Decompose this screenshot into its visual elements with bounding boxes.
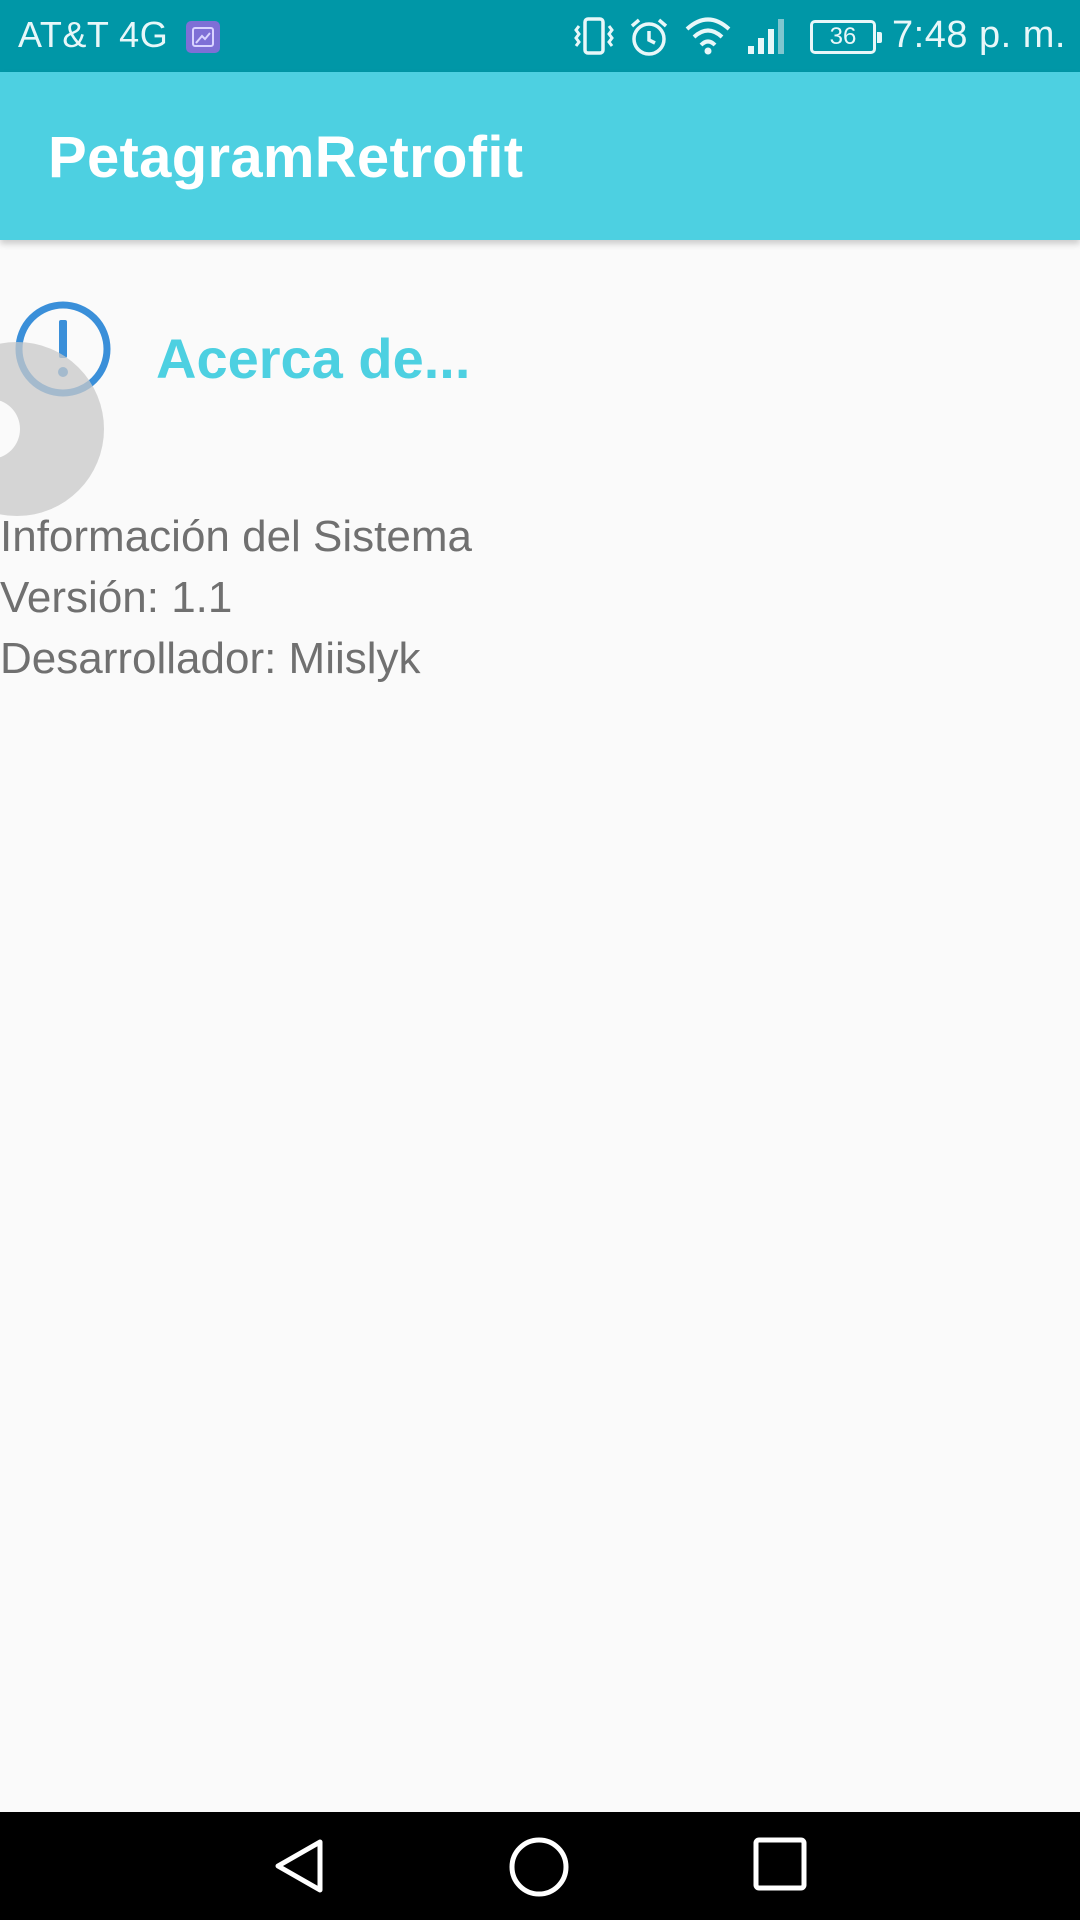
signal-icon bbox=[746, 16, 790, 61]
system-info: Información del Sistema Versión: 1.1 Des… bbox=[0, 506, 472, 689]
back-icon[interactable] bbox=[270, 1836, 330, 1901]
version-text: Versión: 1.1 bbox=[0, 573, 233, 622]
app-bar: PetagramRetrofit bbox=[0, 72, 1080, 240]
wifi-icon bbox=[684, 16, 732, 61]
app-title: PetagramRetrofit bbox=[48, 125, 524, 190]
status-bar: AT&T 4G 36 7:48 p. m. bbox=[0, 0, 1080, 72]
home-icon[interactable] bbox=[508, 1836, 570, 1903]
navigation-bar bbox=[0, 1812, 1080, 1920]
gallery-notification-icon bbox=[186, 21, 220, 53]
battery-icon: 36 bbox=[810, 20, 882, 54]
screen: AT&T 4G 36 7:48 p. m. PetagramRetrofit A… bbox=[0, 0, 1080, 1920]
alarm-icon bbox=[628, 16, 670, 63]
about-title: Acerca de... bbox=[156, 327, 471, 390]
vibrate-icon bbox=[572, 16, 616, 61]
system-info-heading: Información del Sistema bbox=[0, 512, 472, 561]
carrier-label: AT&T 4G bbox=[18, 14, 169, 55]
clock: 7:48 p. m. bbox=[892, 14, 1066, 56]
developer-text: Desarrollador: Miislyk bbox=[0, 634, 421, 683]
about-header: Acerca de... bbox=[0, 300, 1080, 420]
recents-icon[interactable] bbox=[752, 1836, 808, 1897]
